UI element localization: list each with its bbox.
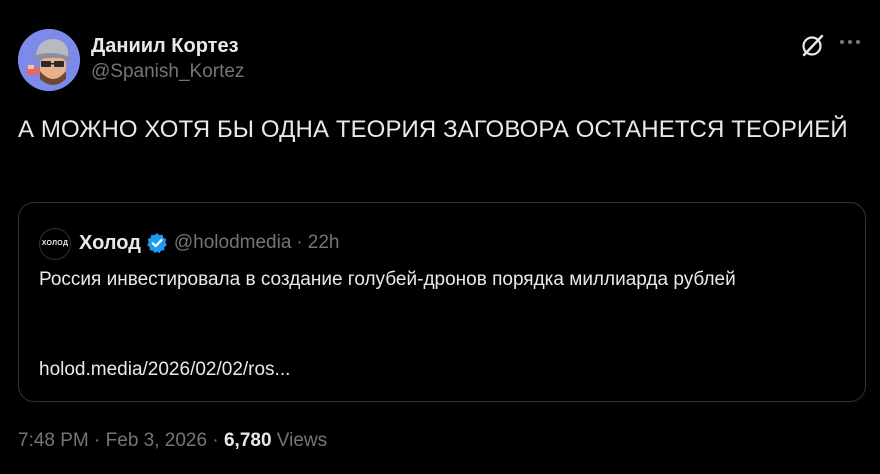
quote-link[interactable]: holod.media/2026/02/02/ros... — [39, 356, 290, 384]
views-label: Views — [276, 430, 328, 451]
quoted-tweet[interactable]: ХОЛОД Холод @holodmedia · 22h Россия инв… — [18, 202, 866, 402]
tweet-text: А МОЖНО ХОТЯ БЫ ОДНА ТЕОРИЯ ЗАГОВОРА ОСТ… — [18, 116, 848, 143]
meta-separator: · — [94, 430, 101, 451]
quote-timestamp[interactable]: 22h — [308, 232, 340, 254]
quote-separator: · — [296, 232, 303, 253]
author-avatar[interactable] — [18, 29, 80, 91]
quote-author-handle[interactable]: @holodmedia — [174, 232, 292, 254]
grok-icon[interactable] — [800, 33, 826, 59]
tweet-time[interactable]: 7:48 PM — [18, 430, 89, 451]
quote-text: Россия инвестировала в создание голубей-… — [39, 269, 736, 290]
more-icon[interactable] — [836, 28, 864, 56]
quote-author-name[interactable]: Холод — [79, 232, 141, 255]
verified-badge-icon — [146, 233, 167, 254]
quote-avatar[interactable]: ХОЛОД — [39, 228, 71, 260]
author-info: Даниил Кортез @Spanish_Kortez — [91, 33, 244, 85]
tweet-meta: 7:48 PM · Feb 3, 2026 · 6,780 Views — [18, 430, 327, 452]
tweet-date[interactable]: Feb 3, 2026 — [106, 430, 207, 451]
quote-header: Холод @holodmedia · 22h — [79, 229, 339, 257]
meta-separator-2: · — [212, 430, 219, 451]
author-handle[interactable]: @Spanish_Kortez — [91, 59, 244, 85]
views-count[interactable]: 6,780 — [224, 430, 272, 451]
author-display-name[interactable]: Даниил Кортез — [91, 33, 244, 59]
quote-logo-text: ХОЛОД — [41, 240, 69, 247]
